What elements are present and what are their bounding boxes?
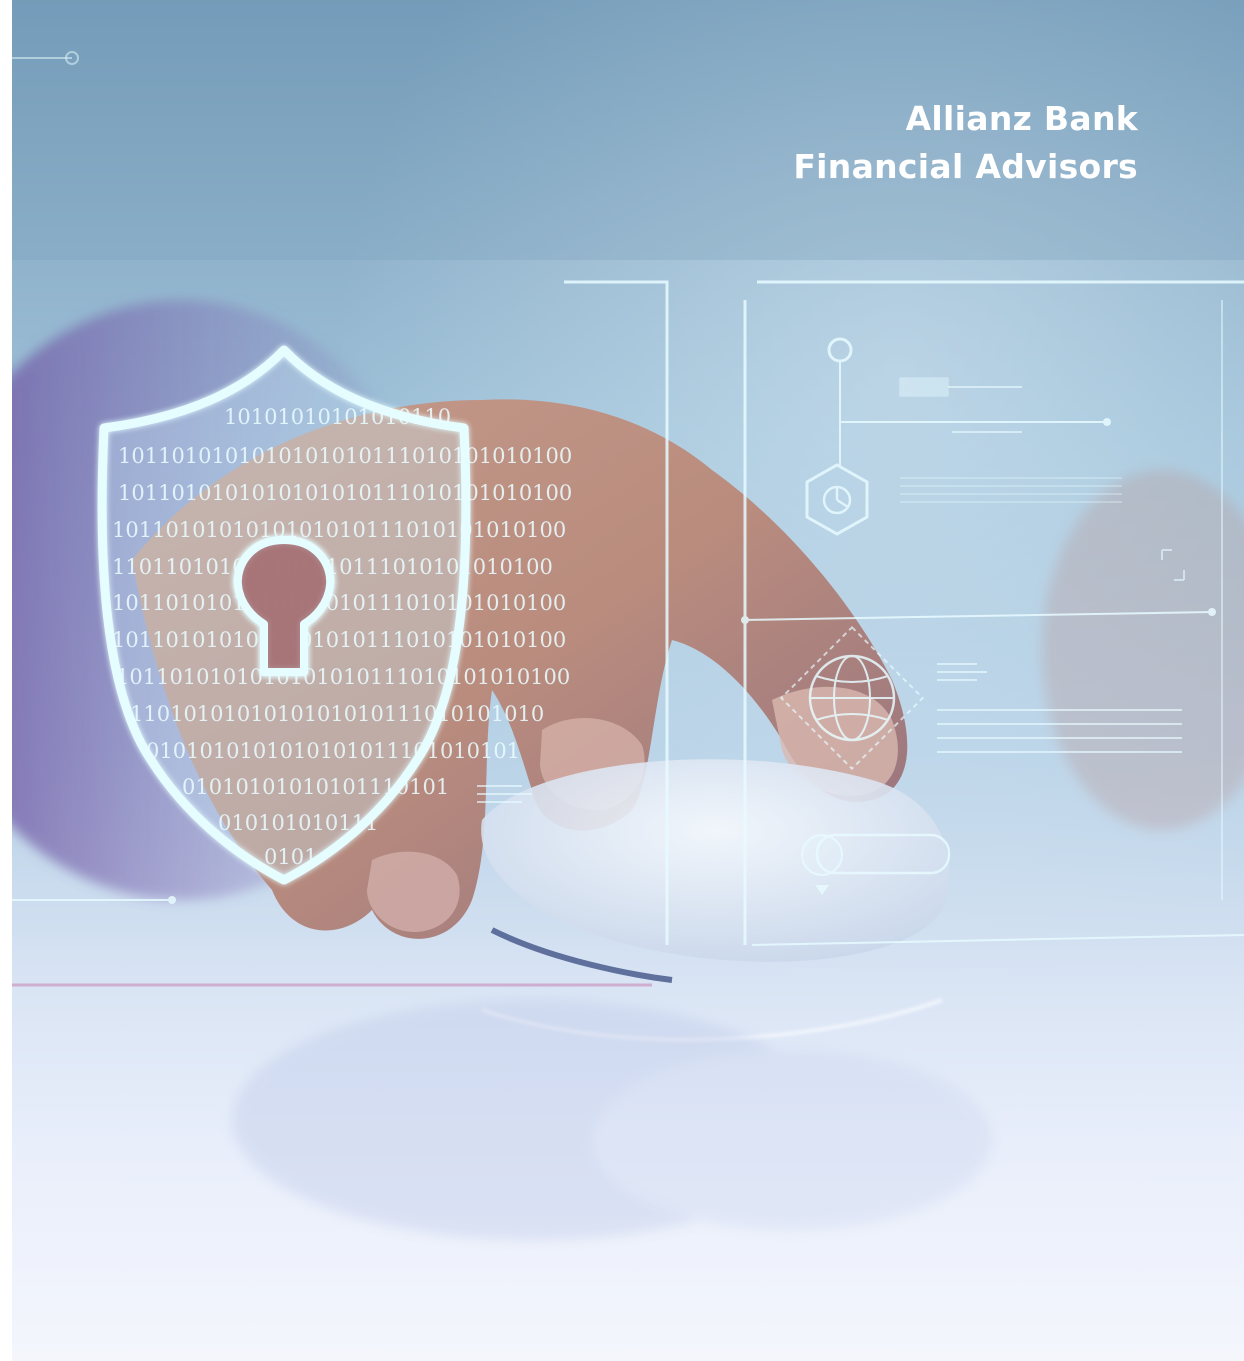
brand-line-2: Financial Advisors (793, 147, 1138, 186)
page: 10101010101010110 1011010101010101010111… (0, 0, 1244, 1361)
binary-row: 0101010101010101011101010101 (146, 739, 520, 763)
binary-row: 0101 (264, 845, 317, 869)
hero-image: 10101010101010110 1011010101010101010111… (12, 0, 1244, 1361)
binary-row: 1011010101010101010111010101010100 (112, 628, 566, 652)
brand-line-1: Allianz Bank (905, 99, 1138, 138)
binary-row: 1011010101010101010111010101010100 (118, 444, 572, 468)
text-lines (900, 477, 1122, 503)
hero-illustration: 10101010101010110 1011010101010101010111… (12, 0, 1244, 1361)
pie-chart-icon (822, 485, 852, 515)
background-hand (1042, 470, 1244, 830)
binary-row: 1011010101010101010111010101010100 (116, 665, 570, 689)
binary-row: 1101010101010101010111010101010 (130, 702, 544, 726)
binary-row: 01010101010101110101 (182, 775, 449, 799)
binary-row: 010101010111 (218, 811, 378, 835)
brand-title: Allianz Bank Financial Advisors (793, 95, 1138, 191)
binary-row: 10101010101010110 (224, 405, 451, 429)
binary-row: 1011010101010101010111010101010100 (112, 591, 566, 615)
binary-row: 1011010101010101010111010101010100 (118, 481, 572, 505)
binary-row: 1011010101010101010111010101010100 (112, 518, 566, 542)
location-pin-icon (827, 337, 853, 363)
